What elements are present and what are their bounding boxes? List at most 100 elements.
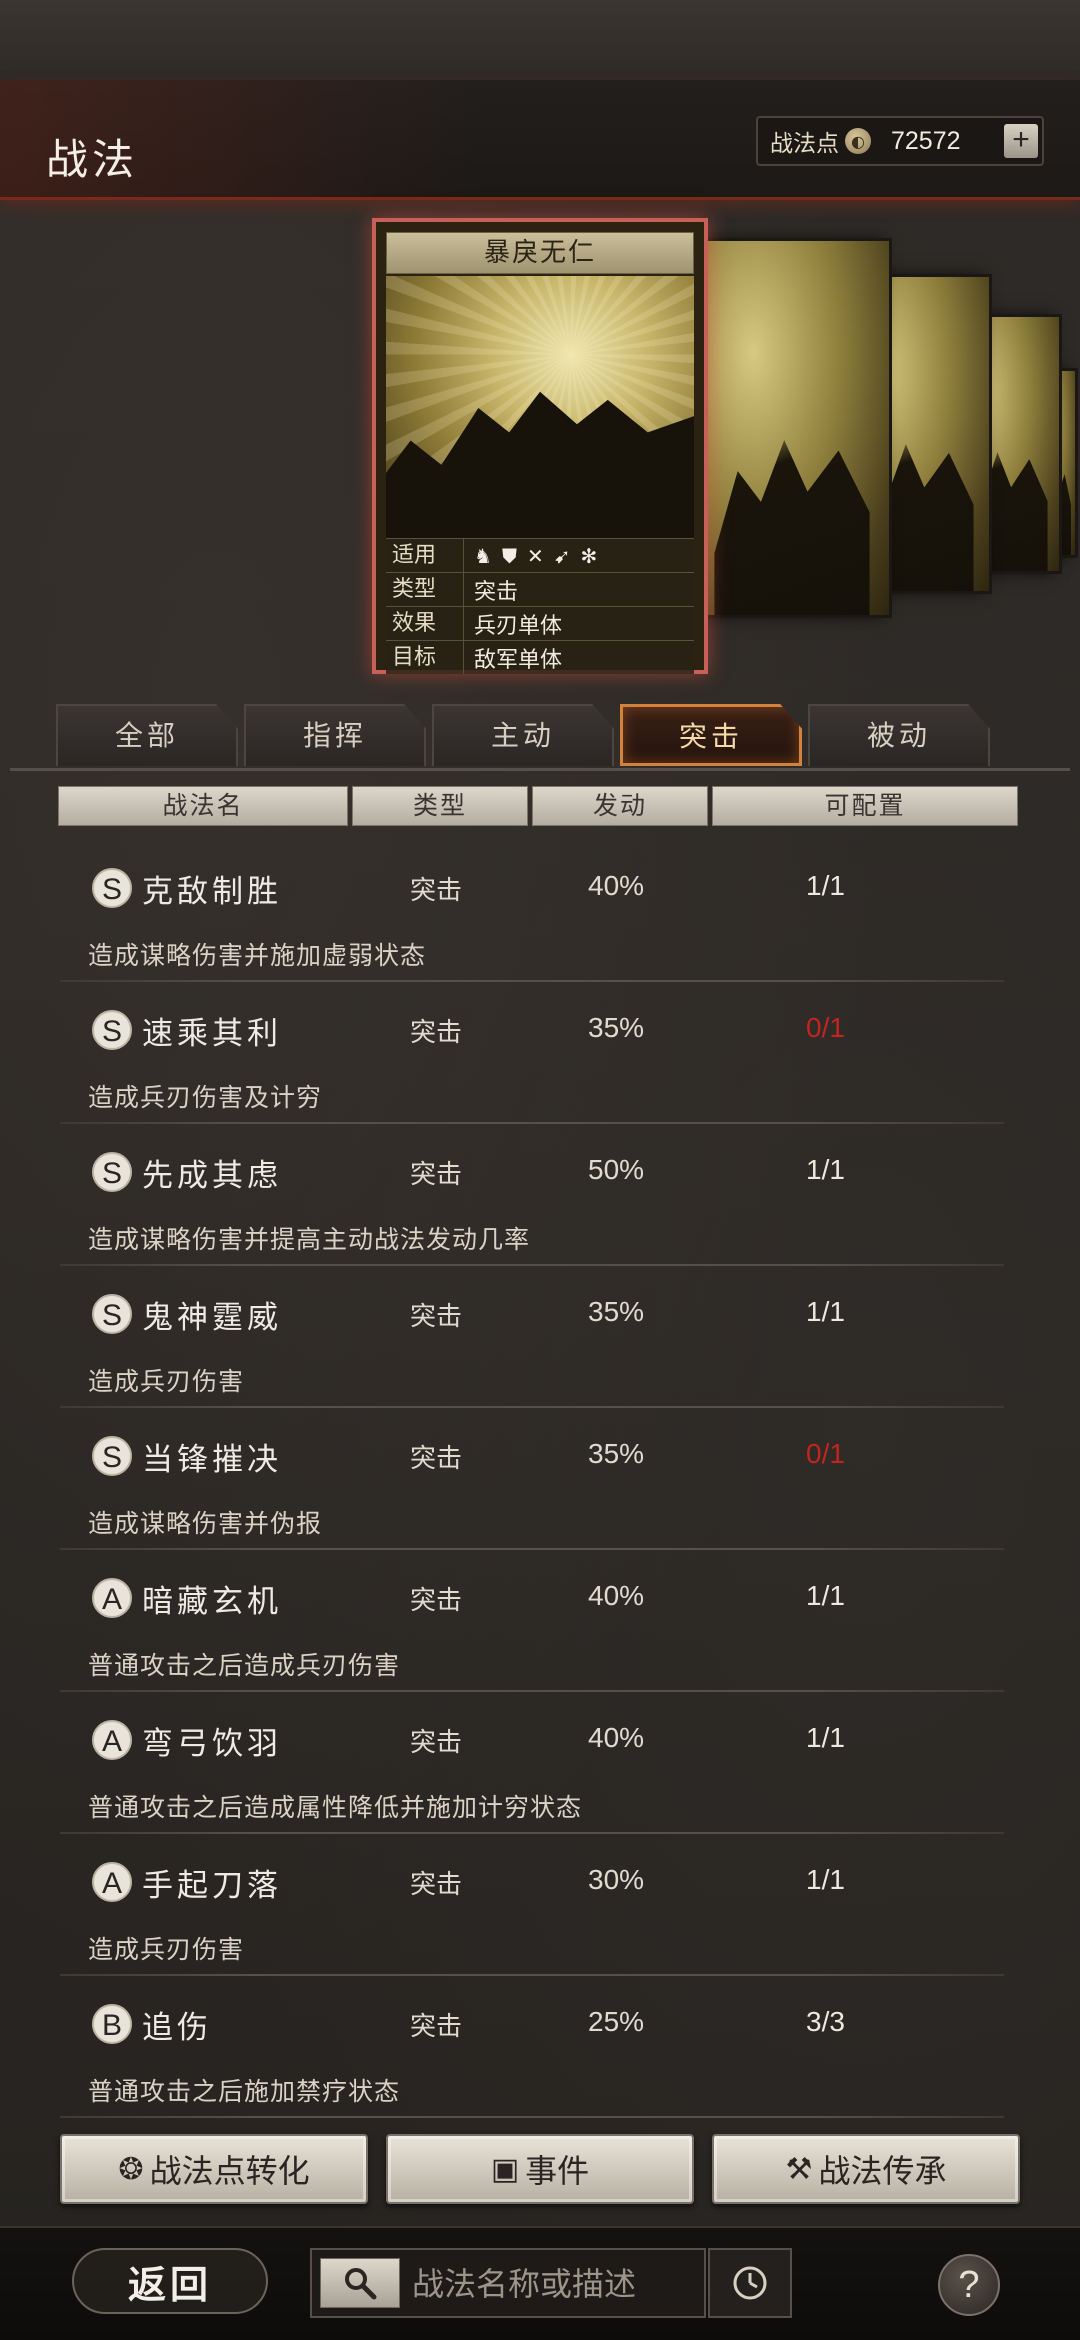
card-info-row-target: 目标 敌军单体 [386, 640, 694, 674]
inherit-button[interactable]: ⚒ 战法传承 [712, 2134, 1020, 2204]
skill-row[interactable]: B 追伤 突击 25% 3/3 普通攻击之后施加禁疗状态 [60, 1976, 1004, 2118]
skill-trigger-rate: 40% [588, 1580, 645, 1611]
grade-badge: S [92, 868, 132, 908]
skill-row[interactable]: S 速乘其利 突击 35% 0/1 造成兵刃伤害及计穷 [60, 982, 1004, 1124]
convert-points-label: 战法点转化 [149, 2152, 310, 2190]
skill-trigger-rate: 30% [588, 1864, 645, 1895]
grade-badge: A [92, 1720, 132, 1760]
card-info-row-applicable: 适用 ♞ ⛊ ✕ ➹ ✻ [386, 538, 694, 572]
skill-row[interactable]: A 弯弓饮羽 突击 40% 1/1 普通攻击之后造成属性降低并施加计穷状态 [60, 1692, 1004, 1834]
column-header-slots[interactable]: 可配置 [712, 786, 1018, 826]
event-button[interactable]: ▣ 事件 [386, 2134, 694, 2204]
skill-slots: 1/1 [806, 1864, 845, 1895]
tab-passive[interactable]: 被动 [808, 704, 990, 766]
action-buttons: ❂ 战法点转化 ▣ 事件 ⚒ 战法传承 [60, 2134, 1022, 2206]
skill-name: 克敌制胜 [142, 874, 282, 910]
card-info-row-effect: 效果 兵刃单体 [386, 606, 694, 640]
skill-row[interactable]: S 先成其虑 突击 50% 1/1 造成谋略伤害并提高主动战法发动几率 [60, 1124, 1004, 1266]
tab-divider [10, 768, 1070, 771]
skill-description: 造成兵刃伤害 [88, 1935, 245, 1964]
skill-type: 突击 [410, 1586, 463, 1616]
inherit-label: 战法传承 [818, 2152, 947, 2190]
selected-skill-card[interactable]: 暴戾无仁 适用 ♞ ⛊ ✕ ➹ ✻ 类型 突击 效果 兵刃单体 目标 敌军单体 [372, 218, 708, 674]
skill-name: 暗藏玄机 [142, 1584, 282, 1620]
skill-row[interactable]: S 当锋摧决 突击 35% 0/1 造成谋略伤害并伪报 [60, 1408, 1004, 1550]
skill-description: 普通攻击之后造成兵刃伤害 [88, 1651, 401, 1680]
skill-name: 鬼神霆威 [142, 1300, 282, 1336]
skill-slots: 1/1 [806, 1154, 845, 1185]
skill-description: 造成兵刃伤害 [88, 1367, 245, 1396]
search-input[interactable] [412, 2260, 698, 2308]
skill-trigger-rate: 35% [588, 1438, 645, 1469]
grade-badge: S [92, 1436, 132, 1476]
tab-active[interactable]: 主动 [432, 704, 614, 766]
skill-card-back-1[interactable] [692, 238, 892, 618]
skill-card-carousel[interactable]: 暴戾无仁 适用 ♞ ⛊ ✕ ➹ ✻ 类型 突击 效果 兵刃单体 目标 敌军单体 [372, 218, 1080, 678]
skill-row[interactable]: A 暗藏玄机 突击 40% 1/1 普通攻击之后造成兵刃伤害 [60, 1550, 1004, 1692]
cavalry-icon: ♞ [474, 543, 492, 568]
troop-type-icons: ♞ ⛊ ✕ ➹ ✻ [464, 544, 597, 568]
help-button[interactable]: ? [938, 2254, 1000, 2316]
spear-icon: ➹ [553, 543, 571, 568]
skill-slots: 1/1 [806, 1296, 845, 1327]
card-skill-name: 暴戾无仁 [386, 232, 694, 274]
skill-type: 突击 [410, 1870, 463, 1900]
tab-assault[interactable]: 突击 [620, 704, 802, 766]
card-info-rows: 适用 ♞ ⛊ ✕ ➹ ✻ 类型 突击 效果 兵刃单体 目标 敌军单体 [386, 538, 694, 674]
grade-badge: A [92, 1578, 132, 1618]
skill-name: 手起刀落 [142, 1868, 282, 1904]
skill-type: 突击 [410, 1018, 463, 1048]
search-button[interactable] [320, 2258, 400, 2308]
skill-description: 造成兵刃伤害及计穷 [88, 1083, 323, 1112]
skill-description: 造成谋略伤害并施加虚弱状态 [88, 941, 427, 970]
card-info-key: 效果 [386, 607, 464, 640]
skill-slots: 1/1 [806, 1722, 845, 1753]
scroll-icon: ▣ [490, 2151, 520, 2187]
skill-name: 速乘其利 [142, 1016, 282, 1052]
column-header-name[interactable]: 战法名 [58, 786, 348, 826]
top-band [0, 0, 1080, 80]
skill-row[interactable]: A 手起刀落 突击 30% 1/1 造成兵刃伤害 [60, 1834, 1004, 1976]
skill-row[interactable]: S 鬼神霆威 突击 35% 1/1 造成兵刃伤害 [60, 1266, 1004, 1408]
shield-icon: ⛊ [501, 543, 517, 568]
page-title: 战法 [46, 135, 139, 184]
add-points-button[interactable]: + [1004, 124, 1038, 158]
card-info-key: 类型 [386, 573, 464, 606]
skill-slots: 0/1 [806, 1012, 845, 1043]
back-button[interactable]: 返回 [72, 2248, 268, 2314]
tactic-points-coin-icon: ◐ [845, 128, 871, 154]
tab-all[interactable]: 全部 [56, 704, 238, 766]
column-header-type[interactable]: 类型 [352, 786, 528, 826]
skill-name: 追伤 [142, 2010, 212, 2046]
column-header-rate[interactable]: 发动 [532, 786, 708, 826]
tactic-points-panel: 战法点 ◐ 72572 + [756, 116, 1044, 166]
grade-badge: B [92, 2004, 132, 2044]
history-button[interactable] [708, 2248, 792, 2318]
skill-type: 突击 [410, 1302, 463, 1332]
hammer-icon: ⚒ [785, 2151, 813, 2187]
swirl-icon: ❂ [118, 2151, 144, 2187]
skill-slots: 1/1 [806, 870, 845, 901]
search-box [310, 2248, 706, 2318]
siege-wheel-icon: ✻ [580, 543, 598, 568]
skill-type: 突击 [410, 2012, 463, 2042]
grade-badge: S [92, 1294, 132, 1334]
tab-command[interactable]: 指挥 [244, 704, 426, 766]
skill-trigger-rate: 40% [588, 1722, 645, 1753]
crossed-bows-icon: ✕ [526, 543, 544, 568]
skill-description: 普通攻击之后造成属性降低并施加计穷状态 [88, 1793, 583, 1822]
skill-name: 当锋摧决 [142, 1442, 282, 1478]
skill-type: 突击 [410, 876, 463, 906]
card-info-key: 目标 [386, 641, 464, 674]
skill-trigger-rate: 40% [588, 870, 645, 901]
tactic-points-label: 战法点 [770, 131, 839, 157]
convert-points-button[interactable]: ❂ 战法点转化 [60, 2134, 368, 2204]
skill-type: 突击 [410, 1728, 463, 1758]
event-label: 事件 [525, 2152, 590, 2190]
skill-list: S 克敌制胜 突击 40% 1/1 造成谋略伤害并施加虚弱状态 S 速乘其利 突… [60, 840, 1004, 2118]
skill-description: 造成谋略伤害并提高主动战法发动几率 [88, 1225, 531, 1254]
clock-icon [733, 2266, 767, 2300]
skill-slots: 0/1 [806, 1438, 845, 1469]
skill-row[interactable]: S 克敌制胜 突击 40% 1/1 造成谋略伤害并施加虚弱状态 [60, 840, 1004, 982]
skill-slots: 1/1 [806, 1580, 845, 1611]
